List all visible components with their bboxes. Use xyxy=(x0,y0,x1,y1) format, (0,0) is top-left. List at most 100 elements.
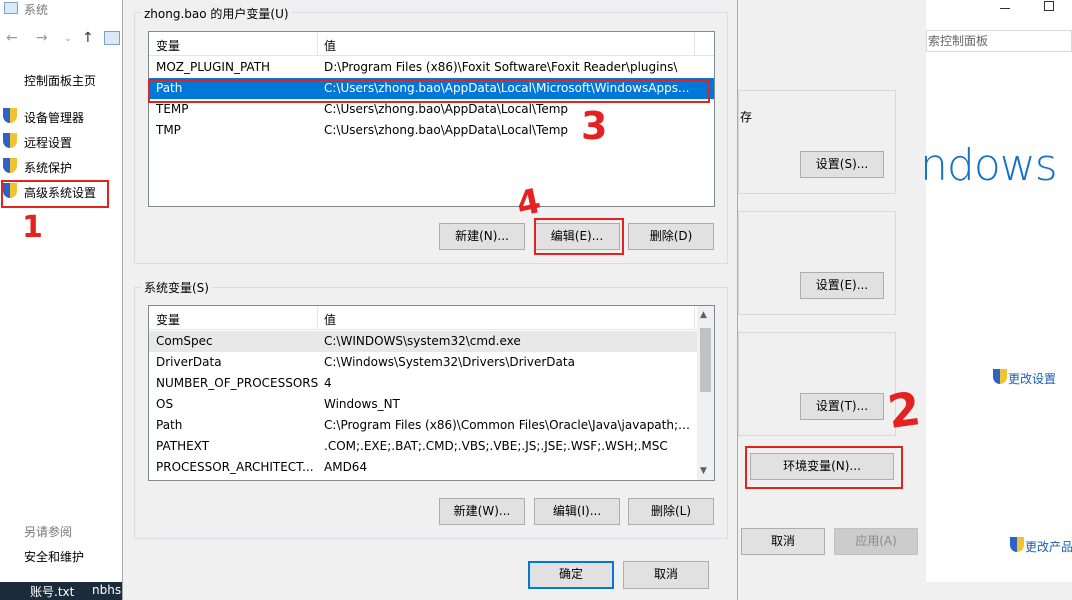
system-window: 系统 ← → ⌄ ↑ 控制面板主页 设备管理器 远程设置 系统保护 高级系统设置… xyxy=(0,0,122,600)
forward-icon[interactable]: → xyxy=(36,30,48,46)
var-value: Windows_NT xyxy=(324,397,400,411)
minimize-icon[interactable] xyxy=(1000,8,1010,9)
uac-shield-icon xyxy=(3,158,17,173)
environment-variables-dialog: zhong.bao 的用户变量(U) 变量 值 MOZ_PLUGIN_PATH … xyxy=(122,0,738,600)
system-delete-button[interactable]: 删除(L) xyxy=(628,498,714,525)
window-controls xyxy=(1000,0,1072,18)
change-product-label: 更改产品 xyxy=(1025,540,1072,554)
taskbar-item[interactable]: nbhs xyxy=(92,583,121,597)
profile-settings-button[interactable]: 设置(E)... xyxy=(800,272,884,299)
column-header-value[interactable]: 值 xyxy=(324,311,336,328)
scroll-up-icon[interactable]: ▲ xyxy=(700,310,707,320)
user-profiles-group xyxy=(738,211,896,315)
var-name: PATHEXT xyxy=(156,439,210,453)
var-name: NUMBER_OF_PROCESSORS xyxy=(156,376,319,390)
dialog-cancel-button[interactable]: 取消 xyxy=(623,561,709,589)
change-settings-label: 更改设置 xyxy=(1008,372,1057,386)
uac-shield-icon xyxy=(993,369,1007,384)
system-properties-window xyxy=(738,0,1072,600)
up-icon[interactable]: ↑ xyxy=(82,30,94,46)
uac-shield-icon xyxy=(3,133,17,148)
system-var-row[interactable]: ComSpec C:\WINDOWS\system32\cmd.exe xyxy=(149,331,714,352)
user-var-row[interactable]: TMP C:\Users\zhong.bao\AppData\Local\Tem… xyxy=(149,120,714,141)
sidebar-item-device-manager[interactable]: 设备管理器 xyxy=(0,107,122,127)
var-name: DriverData xyxy=(156,355,222,369)
ok-button[interactable]: 确定 xyxy=(528,561,614,589)
system-var-row[interactable]: PATHEXT .COM;.EXE;.BAT;.CMD;.VBS;.VBE;.J… xyxy=(149,436,714,457)
var-value: C:\WINDOWS\system32\cmd.exe xyxy=(324,334,521,348)
taskbar: 账号.txt nbhs xyxy=(0,582,122,600)
search-placeholder: 索控制面板 xyxy=(928,34,989,48)
column-header-variable[interactable]: 变量 xyxy=(156,311,180,328)
user-var-row[interactable]: MOZ_PLUGIN_PATH D:\Program Files (x86)\F… xyxy=(149,57,714,78)
performance-group xyxy=(738,90,896,194)
performance-note: 存 xyxy=(740,110,753,124)
var-name: ComSpec xyxy=(156,334,213,348)
system-var-row[interactable]: DriverData C:\Windows\System32\Drivers\D… xyxy=(149,352,714,373)
annotation-box-advanced-settings xyxy=(1,180,109,208)
user-variables-label: zhong.bao 的用户变量(U) xyxy=(141,5,292,22)
var-value: AMD64 xyxy=(324,460,368,474)
annotation-step-3: 3 xyxy=(581,104,608,148)
system-variables-header: 变量 值 xyxy=(149,306,714,330)
column-separator[interactable] xyxy=(694,306,695,330)
system-variables-scrollbar[interactable]: ▲ ▼ xyxy=(697,306,714,480)
scroll-down-icon[interactable]: ▼ xyxy=(700,466,707,476)
system-var-row[interactable]: Path C:\Program Files (x86)\Common Files… xyxy=(149,415,714,436)
var-name: PROCESSOR_ARCHITECT... xyxy=(156,460,314,474)
back-icon[interactable]: ← xyxy=(6,30,18,46)
var-value: C:\Program Files (x86)\Common Files\Orac… xyxy=(324,418,694,432)
windows-brand-logo: ndows 1 xyxy=(920,140,1072,191)
column-separator[interactable] xyxy=(694,32,695,56)
var-value: D:\Program Files (x86)\Foxit Software\Fo… xyxy=(324,60,678,74)
column-separator[interactable] xyxy=(317,32,318,56)
security-maintenance-link[interactable]: 安全和维护 xyxy=(24,548,84,565)
user-variables-list[interactable]: 变量 值 MOZ_PLUGIN_PATH D:\Program Files (x… xyxy=(148,31,715,207)
taskbar-item[interactable]: 账号.txt xyxy=(30,583,74,600)
sidebar-item-label: 远程设置 xyxy=(24,136,73,150)
user-variables-header: 变量 值 xyxy=(149,32,714,56)
var-value: C:\Windows\System32\Drivers\DriverData xyxy=(324,355,575,369)
sidebar-item-remote-settings[interactable]: 远程设置 xyxy=(0,132,122,152)
user-delete-button[interactable]: 删除(D) xyxy=(628,223,714,250)
var-value: C:\Users\zhong.bao\AppData\Local\Temp xyxy=(324,123,569,137)
column-header-variable[interactable]: 变量 xyxy=(156,37,180,54)
control-panel-home-link[interactable]: 控制面板主页 xyxy=(24,72,96,89)
chevron-down-icon[interactable]: ⌄ xyxy=(64,34,72,44)
system-variables-list[interactable]: 变量 值 ComSpec C:\WINDOWS\system32\cmd.exe… xyxy=(148,305,715,481)
system-var-row[interactable]: OS Windows_NT xyxy=(149,394,714,415)
apply-button[interactable]: 应用(A) xyxy=(834,528,918,555)
user-new-button[interactable]: 新建(N)... xyxy=(439,223,525,250)
var-value: .COM;.EXE;.BAT;.CMD;.VBS;.VBE;.JS;.JSE;.… xyxy=(324,439,668,453)
sidebar-item-label: 设备管理器 xyxy=(24,111,85,125)
system-edit-button[interactable]: 编辑(I)... xyxy=(534,498,620,525)
scrollbar-thumb[interactable] xyxy=(700,328,711,392)
annotation-box-path-row xyxy=(148,79,710,103)
uac-shield-icon xyxy=(3,108,17,123)
sidebar-item-system-protection[interactable]: 系统保护 xyxy=(0,157,122,177)
annotation-box-edit-button xyxy=(534,218,624,255)
startup-recovery-group xyxy=(738,332,896,436)
computer-icon xyxy=(104,31,120,45)
var-name: Path xyxy=(156,418,183,432)
system-properties-cancel-button[interactable]: 取消 xyxy=(741,528,825,555)
system-window-title: 系统 xyxy=(24,3,49,17)
annotation-step-1: 1 xyxy=(22,210,43,245)
computer-icon xyxy=(4,2,18,14)
system-var-row[interactable]: NUMBER_OF_PROCESSORS 4 xyxy=(149,373,714,394)
var-name: MOZ_PLUGIN_PATH xyxy=(156,60,271,74)
system-var-row[interactable]: PROCESSOR_ARCHITECT... AMD64 xyxy=(149,457,714,478)
startup-settings-button[interactable]: 设置(T)... xyxy=(800,393,884,420)
taskbar-right xyxy=(738,582,1072,600)
var-value: 4 xyxy=(324,376,332,390)
uac-shield-icon xyxy=(1010,537,1024,552)
nav-bar: ← → ⌄ ↑ xyxy=(6,30,122,50)
system-window-right-pane xyxy=(926,0,1072,600)
column-header-value[interactable]: 值 xyxy=(324,37,336,54)
column-separator[interactable] xyxy=(317,306,318,330)
system-variables-label: 系统变量(S) xyxy=(141,279,212,296)
see-also-heading: 另请参阅 xyxy=(24,525,73,539)
performance-settings-button[interactable]: 设置(S)... xyxy=(800,151,884,178)
maximize-icon[interactable] xyxy=(1044,1,1054,11)
system-new-button[interactable]: 新建(W)... xyxy=(439,498,525,525)
